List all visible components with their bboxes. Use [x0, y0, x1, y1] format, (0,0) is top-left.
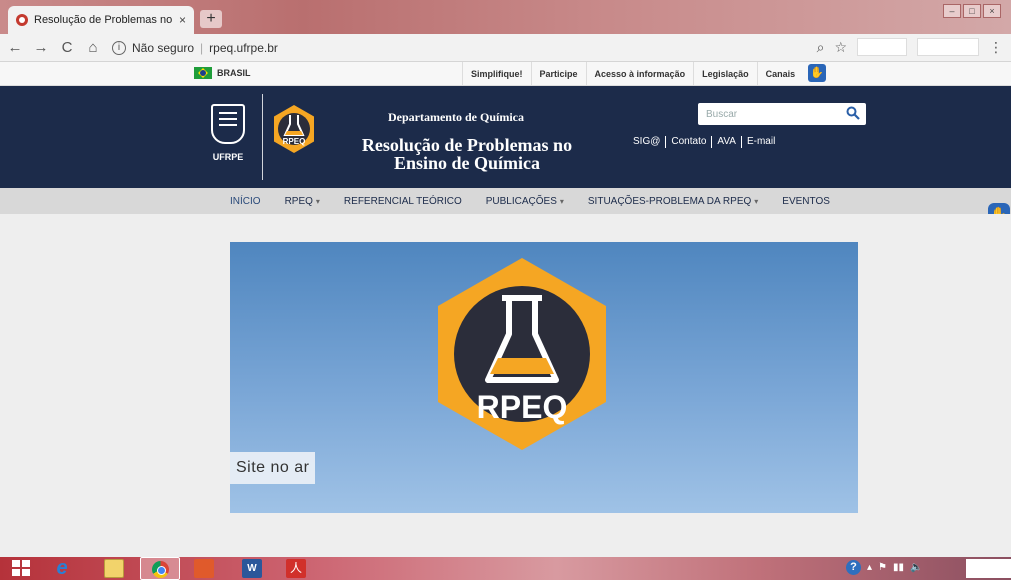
menu-item-label: PUBLICAÇÕES [485, 195, 557, 207]
gov-link-participe[interactable]: Participe [530, 62, 586, 86]
link-email[interactable]: E-mail [742, 136, 780, 148]
tab-close-icon[interactable]: × [179, 13, 186, 27]
brazil-flag-icon [194, 67, 212, 79]
browser-titlebar: Resolução de Problemas no Ensi × + – □ × [0, 0, 1011, 34]
tray-arrow-icon[interactable]: ▴ [867, 562, 872, 573]
link-ava[interactable]: AVA [712, 136, 742, 148]
chevron-down-icon: ▾ [754, 196, 759, 206]
gov-link-simplifique[interactable]: Simplifique! [462, 62, 531, 86]
info-icon[interactable]: i [112, 40, 126, 55]
main-menu: INÍCIO RPEQ ▾ REFERENCIAL TEÓRICO PUBLICA… [0, 188, 1011, 214]
ufrpe-crest-icon [211, 104, 245, 144]
menu-item-situacoes[interactable]: SITUAÇÕES-PROBLEMA DA RPEQ ▾ [576, 196, 770, 207]
back-arrow-icon[interactable]: ← [4, 39, 26, 56]
windows-start-icon[interactable] [12, 559, 32, 578]
system-tray: ? ▴ ⚑ ▮▮ 🔈 [846, 560, 922, 575]
main-content: RPEQ Site no ar [0, 214, 1011, 557]
browser-menu-icon[interactable]: ⋮ [989, 39, 1003, 56]
forward-arrow-icon[interactable]: → [30, 39, 52, 56]
site-header: UFRPE RPEQ Departamento de Química Resol… [0, 86, 1011, 188]
link-siga[interactable]: SIG@ [628, 136, 667, 148]
internet-explorer-icon[interactable]: e [52, 558, 72, 578]
clock-area[interactable] [966, 559, 1011, 578]
url-text: rpeq.ufrpe.br [209, 40, 278, 55]
site-favicon-icon [16, 14, 28, 26]
banner-caption: Site no ar [230, 452, 316, 484]
chevron-down-icon: ▾ [315, 196, 320, 206]
brasil-label: BRASIL [217, 68, 251, 78]
help-icon[interactable]: ? [846, 560, 861, 575]
volume-icon[interactable]: 🔈 [910, 562, 922, 573]
menu-item-rpeq[interactable]: RPEQ ▾ [273, 196, 332, 207]
search-icon[interactable] [846, 106, 860, 120]
url-separator: | [200, 40, 204, 55]
extension-slot[interactable] [857, 38, 907, 56]
rpeq-large-text: RPEQ [477, 389, 568, 425]
menu-item-label: SITUAÇÕES-PROBLEMA DA RPEQ [587, 195, 752, 207]
hero-banner[interactable]: RPEQ Site no ar [230, 242, 858, 513]
menu-item-label: INÍCIO [230, 195, 261, 207]
window-controls: – □ × [943, 4, 1001, 18]
ufrpe-logo[interactable]: UFRPE [208, 104, 248, 170]
accessibility-hand-icon[interactable]: ✋ [808, 64, 826, 82]
menu-item-label: REFERENCIAL TEÓRICO [343, 195, 462, 207]
signal-icon[interactable]: ▮▮ [893, 562, 904, 573]
tab-title: Resolução de Problemas no Ensi [34, 14, 173, 26]
menu-item-label: RPEQ [284, 195, 313, 207]
menu-item-label: EVENTOS [782, 195, 830, 207]
menu-item-referencial[interactable]: REFERENCIAL TEÓRICO [332, 196, 474, 207]
chrome-taskbar-button[interactable] [140, 557, 180, 580]
network-icon[interactable]: ⚑ [878, 562, 887, 573]
search-input[interactable] [698, 103, 838, 125]
security-label: Não seguro [132, 40, 195, 55]
maximize-icon[interactable]: □ [963, 4, 981, 18]
zoom-icon[interactable]: ⌕ [817, 39, 825, 56]
bookmark-star-icon[interactable]: ☆ [834, 39, 847, 56]
rpeq-logo-large: RPEQ [438, 258, 606, 450]
gov-bar: BRASIL Simplifique! Participe Acesso à i… [0, 62, 1011, 86]
browser-tab[interactable]: Resolução de Problemas no Ensi × [8, 6, 194, 34]
close-window-icon[interactable]: × [983, 4, 1001, 18]
minimize-icon[interactable]: – [943, 4, 961, 18]
menu-item-eventos[interactable]: EVENTOS [770, 196, 842, 207]
link-contato[interactable]: Contato [666, 136, 713, 148]
gov-link-acesso[interactable]: Acesso à informação [585, 62, 694, 86]
new-tab-button[interactable]: + [200, 10, 222, 28]
header-divider [262, 94, 263, 180]
header-quick-links: SIG@ Contato AVA E-mail [628, 136, 780, 148]
brasil-link[interactable]: BRASIL [194, 67, 251, 79]
gov-link-legislacao[interactable]: Legislação [693, 62, 757, 86]
address-bar: ← → C ⌂ i Não seguro | rpeq.ufrpe.br ⌕ ☆… [0, 34, 1011, 62]
chrome-icon [152, 561, 169, 578]
url-field[interactable]: i Não seguro | rpeq.ufrpe.br [112, 37, 832, 59]
gov-link-canais[interactable]: Canais [756, 62, 804, 86]
menu-item-publicacoes[interactable]: PUBLICAÇÕES ▾ [474, 196, 576, 207]
ufrpe-label: UFRPE [212, 152, 244, 162]
site-title[interactable]: Resolução de Problemas no Ensino de Quím… [352, 136, 582, 172]
office-icon[interactable] [194, 559, 214, 578]
pdf-reader-icon[interactable]: 人 [286, 559, 306, 578]
rpeq-small-text: RPEQ [283, 137, 306, 146]
extension-slot[interactable] [917, 38, 979, 56]
department-title: Departamento de Química [388, 110, 524, 124]
os-taskbar: e W 人 ? ▴ ⚑ ▮▮ 🔈 [0, 557, 1011, 580]
word-icon[interactable]: W [242, 559, 262, 578]
file-explorer-icon[interactable] [104, 559, 124, 578]
home-icon[interactable]: ⌂ [82, 39, 104, 56]
chevron-down-icon: ▾ [559, 196, 564, 206]
menu-item-inicio[interactable]: INÍCIO [218, 196, 273, 207]
address-bar-actions: ⌕ ☆ ⋮ [817, 38, 1003, 56]
rpeq-logo-small[interactable]: RPEQ [272, 104, 316, 154]
reload-icon[interactable]: C [56, 39, 78, 56]
search-box [698, 103, 866, 125]
gov-links: Simplifique! Participe Acesso à informaç… [462, 62, 803, 86]
